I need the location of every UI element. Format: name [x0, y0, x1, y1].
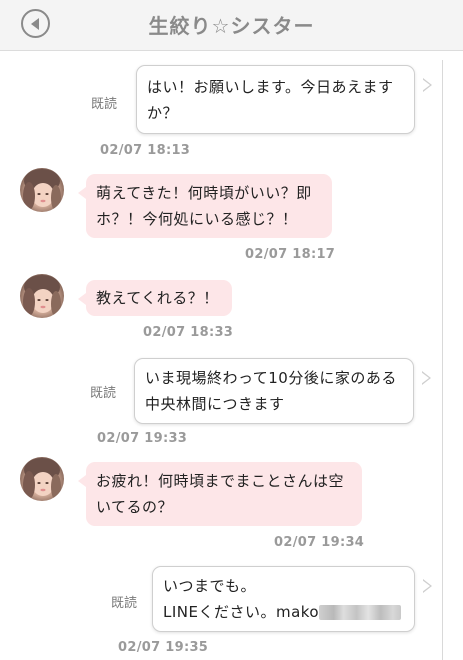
message-line: いま現場終わって10分後に家のある [145, 369, 397, 387]
message-timestamp: 02/07 18:33 [143, 325, 234, 340]
contact-avatar[interactable] [20, 457, 64, 501]
message-line: いてるの？ [96, 498, 174, 516]
message-line-text: LINEください。mako [163, 603, 320, 621]
outgoing-message-bubble: はい！お願いします。今日あえます か？ [136, 65, 432, 134]
read-receipt: 既読 [111, 596, 138, 611]
message-timestamp: 02/07 18:13 [100, 143, 191, 158]
read-receipt: 既読 [91, 97, 118, 112]
message-line: か？ [147, 104, 179, 122]
incoming-message-bubble: 萌えてきた！何時頃がいい？即 ホ？！今何処にいる感じ？！ [78, 174, 332, 238]
bubble-tail [78, 293, 86, 305]
avatar-photo-icon [23, 275, 61, 317]
contact-avatar[interactable] [20, 168, 64, 212]
contact-avatar[interactable] [20, 274, 64, 318]
incoming-message-bubble: お疲れ！何時頃までまことさんは空 いてるの？ [78, 462, 362, 526]
message-line: 中央林間につきます [145, 395, 285, 413]
message-timestamp: 02/07 19:35 [118, 640, 209, 655]
outgoing-message-bubble: いつまでも。 LINEください。mako [152, 566, 432, 632]
bubble-tail [78, 187, 86, 199]
outgoing-message-bubble: いま現場終わって10分後に家のある 中央林間につきます [134, 358, 431, 424]
incoming-message-bubble: 教えてくれる？！ [78, 280, 232, 316]
message-timestamp: 02/07 18:17 [245, 247, 336, 262]
message-line: お疲れ！何時頃までまことさんは空 [96, 472, 345, 490]
message-timestamp: 02/07 19:33 [97, 431, 188, 446]
message-line: 教えてくれる？！ [96, 289, 219, 307]
message-line: いつまでも。 [163, 577, 257, 595]
read-receipt: 既読 [90, 386, 117, 401]
chat-title: 生絞り☆シスター [148, 14, 315, 38]
avatar-photo-icon [23, 169, 61, 211]
chat-screen: 生絞り☆シスター 既読 はい！お願いします。今日あえます か？ 02/07 18… [0, 0, 463, 660]
message-line: LINEください。mako [163, 599, 414, 625]
message-line: 萌えてきた！何時頃がいい？即 [96, 184, 312, 202]
avatar-photo-icon [23, 458, 61, 500]
scroll-track [442, 60, 443, 660]
bubble-tail [78, 475, 86, 487]
message-line: ホ？！今何処にいる感じ？！ [96, 210, 298, 228]
chat-header: 生絞り☆シスター [0, 0, 463, 51]
blurred-redaction [319, 605, 402, 620]
message-timestamp: 02/07 19:34 [274, 535, 365, 550]
message-line: はい！お願いします。今日あえます [147, 78, 394, 96]
